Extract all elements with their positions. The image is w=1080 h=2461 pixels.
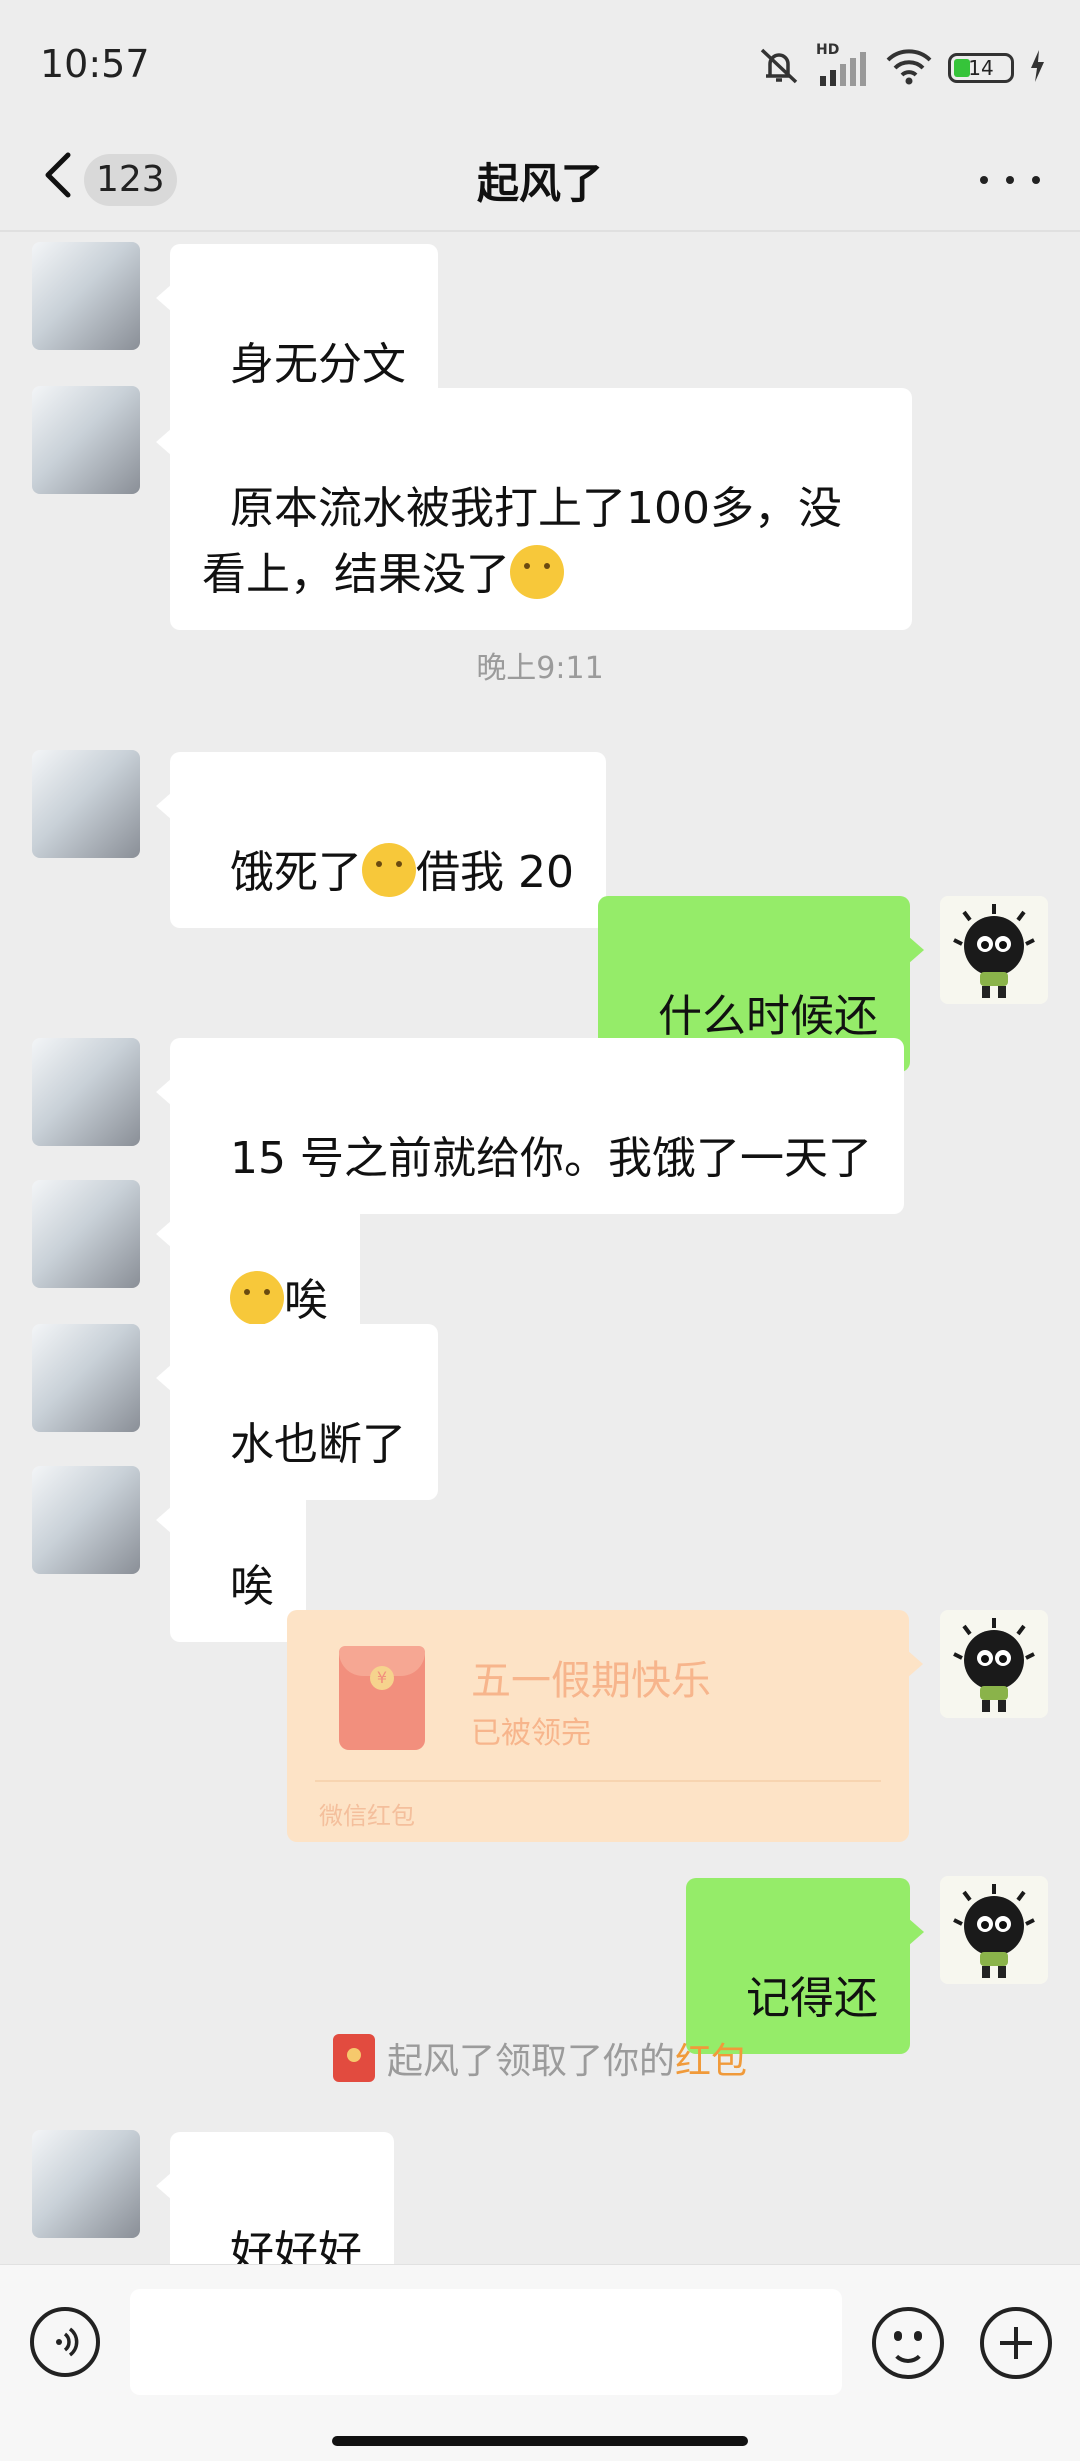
message-bubble-outgoing[interactable]: 记得还 <box>686 1878 924 2054</box>
more-actions-button[interactable] <box>980 2307 1052 2379</box>
chat-header: 123 起风了 <box>0 130 1080 230</box>
soot-sprite-avatar-icon <box>953 1618 1035 1712</box>
message-text: 水也断了 <box>229 1419 406 1470</box>
my-avatar[interactable] <box>940 1610 1048 1718</box>
contact-avatar[interactable] <box>32 2130 140 2238</box>
message-text: 15 号之前就给你。我饿了一天了 <box>229 1133 872 1184</box>
red-packet-message[interactable]: 五一假期快乐 已被领完 微信红包 <box>287 1610 923 1842</box>
crying-face-emoji-icon <box>229 1271 284 1325</box>
home-indicator[interactable] <box>332 2436 748 2446</box>
soot-sprite-avatar-icon <box>953 904 1035 998</box>
battery-icon: 14 <box>948 53 1014 83</box>
status-icons: HD 14 <box>756 42 1046 90</box>
message-text: 身无分文 <box>229 339 406 390</box>
chat-timestamp: 晚上9:11 <box>476 651 604 686</box>
message-bubble-incoming[interactable]: 饿死了 借我 20 <box>156 752 606 928</box>
message-text: 借我 20 <box>415 847 574 898</box>
chat-title: 起风了 <box>476 159 603 208</box>
system-notice-text: 起风了领取了你的 <box>386 2041 675 2082</box>
chat-input-bar <box>0 2264 1080 2461</box>
red-packet-small-icon <box>332 2034 375 2082</box>
my-avatar[interactable] <box>940 1876 1048 1984</box>
contact-avatar[interactable] <box>32 242 140 350</box>
battery-level: 14 <box>968 56 994 80</box>
status-bar: 10:57 HD 14 <box>0 0 1080 130</box>
red-packet-divider <box>315 1780 881 1782</box>
message-text: 饿死了 <box>229 847 362 898</box>
contact-avatar[interactable] <box>32 1466 140 1574</box>
laughing-crying-emoji-icon <box>510 545 564 599</box>
message-text: 记得还 <box>746 1973 878 2024</box>
red-packet-status: 已被领完 <box>471 1716 591 1751</box>
message-bubble-incoming[interactable]: 原本流水被我打上了100多，没看上，结果没了 <box>156 388 912 630</box>
status-time: 10:57 <box>40 42 150 86</box>
message-text: 唉 <box>229 1561 274 1612</box>
more-dot-icon <box>980 176 988 184</box>
contact-avatar[interactable] <box>32 750 140 858</box>
soot-sprite-avatar-icon <box>953 1884 1035 1978</box>
red-envelope-icon <box>339 1646 425 1750</box>
emoji-button[interactable] <box>872 2307 944 2379</box>
message-text: 唉 <box>283 1275 328 1326</box>
message-bubble-incoming[interactable]: 唉 <box>156 1466 306 1642</box>
mute-icon <box>756 46 802 90</box>
my-avatar[interactable] <box>940 896 1048 1004</box>
system-notice: 起风了领取了你的 红包 <box>0 2032 1080 2084</box>
message-input[interactable] <box>130 2289 842 2395</box>
contact-avatar[interactable] <box>32 1038 140 1146</box>
contact-avatar[interactable] <box>32 1180 140 1288</box>
voice-input-button[interactable] <box>30 2307 100 2377</box>
contact-avatar[interactable] <box>32 386 140 494</box>
red-packet-title: 五一假期快乐 <box>471 1658 711 1704</box>
contact-avatar[interactable] <box>32 1324 140 1432</box>
wifi-icon <box>884 46 934 90</box>
red-packet-footer: 微信红包 <box>319 1802 415 1830</box>
header-divider <box>0 230 1080 232</box>
more-options-button[interactable] <box>980 156 1040 204</box>
laughing-crying-emoji-icon <box>361 843 416 897</box>
charging-icon <box>1028 48 1046 88</box>
message-text: 什么时候还 <box>658 991 878 1042</box>
voice-icon <box>56 2327 79 2357</box>
cellular-signal-icon: HD <box>816 42 870 88</box>
red-packet-link[interactable]: 红包 <box>675 2032 747 2084</box>
